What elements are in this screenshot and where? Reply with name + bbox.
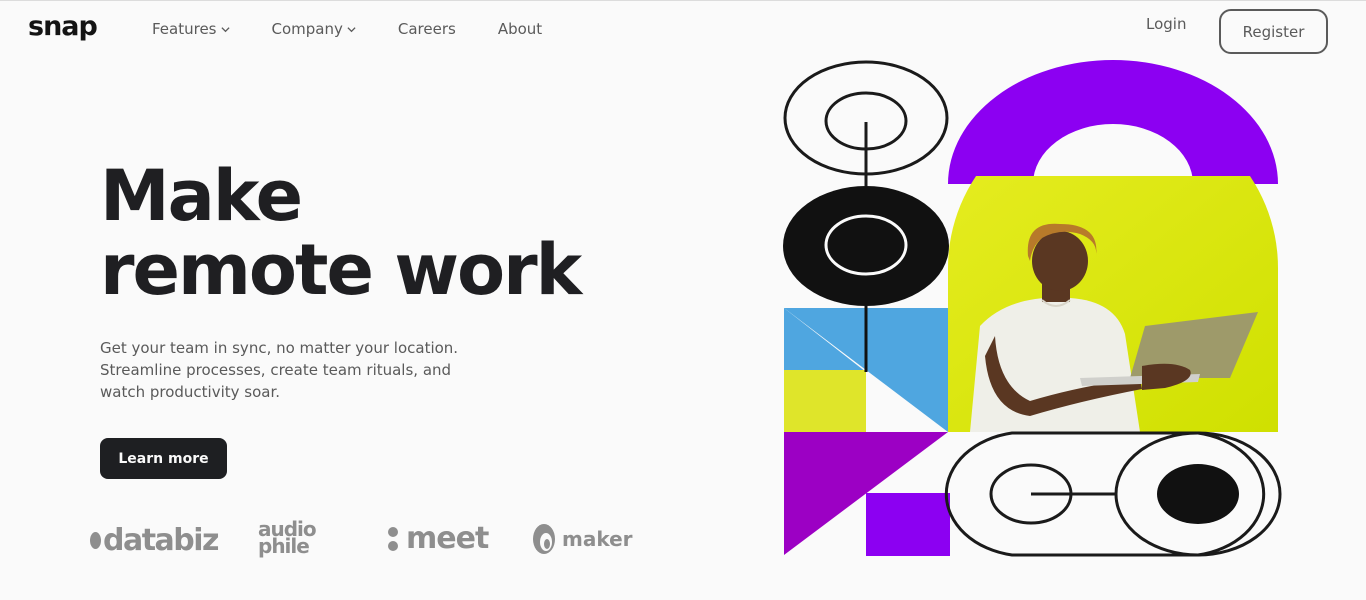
audiophile-logo: audio phile: [258, 519, 317, 558]
nav-item-careers[interactable]: Careers: [398, 20, 456, 38]
nav-item-features[interactable]: Features: [152, 20, 230, 38]
nav-item-company-label: Company: [271, 20, 343, 38]
maker-swirl-icon: [533, 524, 555, 554]
hero-title-line-1: Make: [100, 155, 303, 237]
nav-item-features-label: Features: [152, 20, 217, 38]
chevron-down-icon: [220, 26, 230, 32]
nav-item-about[interactable]: About: [498, 20, 542, 38]
nav-item-careers-label: Careers: [397, 20, 456, 38]
main-nav: Features Company Careers About: [152, 20, 584, 38]
chevron-down-icon: [347, 26, 356, 32]
hero-description: Get your team in sync, no matter your lo…: [100, 339, 459, 401]
databiz-dot-icon: [90, 532, 101, 549]
black-disc-shape: [783, 186, 949, 306]
yellow-square-shape: [784, 370, 866, 432]
hero-illustration: [783, 60, 1282, 557]
purple-arch-shape: [948, 60, 1278, 184]
snap-logo[interactable]: snap: [28, 11, 98, 42]
databiz-logo-text: databiz: [103, 523, 220, 558]
nav-item-company[interactable]: Company: [272, 20, 356, 38]
nav-item-about-label: About: [497, 20, 543, 38]
hero-photo: [948, 176, 1278, 432]
learn-more-button[interactable]: Learn more: [100, 438, 227, 479]
login-link[interactable]: Login: [1146, 15, 1186, 33]
purple-square-shape: [866, 493, 950, 556]
audiophile-logo-line-2: phile: [258, 534, 310, 558]
databiz-logo: databiz: [90, 523, 220, 558]
ring-shape-top: [783, 60, 949, 186]
register-button[interactable]: Register: [1219, 9, 1328, 54]
maker-logo-text: maker: [562, 527, 633, 551]
hero-title-line-2: remote work: [100, 229, 582, 311]
meet-logo: meet: [388, 521, 489, 556]
meet-logo-text: meet: [406, 521, 489, 556]
meet-dots-icon: [388, 526, 398, 551]
maker-logo: maker: [532, 523, 633, 555]
oval-shape-bottom: [944, 431, 1282, 557]
hero-title: Make remote work: [100, 159, 620, 307]
